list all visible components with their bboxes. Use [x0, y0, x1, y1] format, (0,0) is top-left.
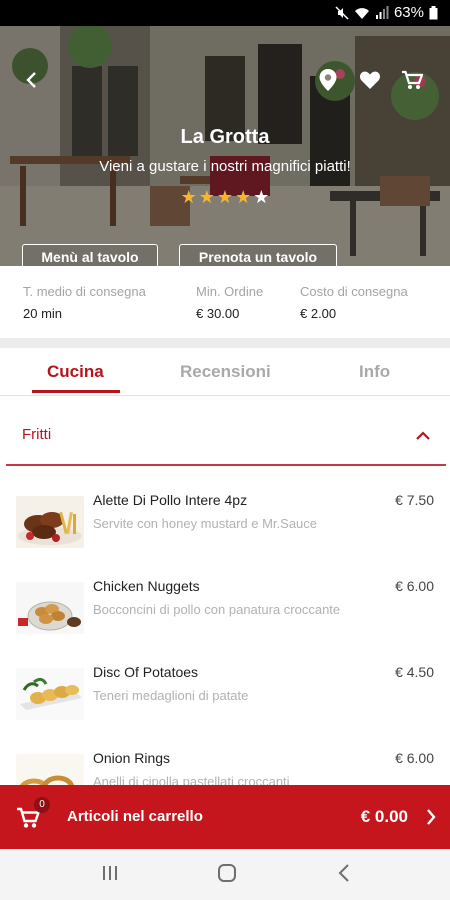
status-bar: 63% [0, 0, 450, 26]
item-price: € 6.00 [395, 578, 434, 594]
wifi-icon [354, 6, 370, 20]
home-button[interactable] [215, 863, 239, 887]
cart-total: € 0.00 [360, 807, 408, 826]
item-name: Chicken Nuggets [93, 578, 200, 594]
item-name: Disc Of Potatoes [93, 664, 199, 680]
tab-recensioni[interactable]: Recensioni [180, 362, 271, 382]
cart-label: Articoli nel carrello [67, 808, 203, 825]
signal-icon [375, 5, 389, 20]
back-button[interactable] [18, 68, 46, 96]
star-icon: ★ [235, 187, 252, 207]
item-thumbnail [16, 668, 84, 720]
restaurant-hero: La Grotta Vieni a gustare i nostri magni… [0, 26, 450, 266]
home-icon [217, 863, 237, 888]
item-price: € 4.50 [395, 664, 434, 680]
menu-tabs: Cucina Recensioni Info [0, 348, 450, 396]
recent-apps-button[interactable] [98, 863, 122, 887]
system-nav-bar [0, 849, 450, 900]
cart-bar[interactable]: 0 Articoli nel carrello € 0.00 [0, 785, 450, 849]
rating-stars: ★ ★ ★ ★ ★ [0, 186, 450, 208]
battery-text: 63% [393, 4, 424, 21]
minimum-order-value: € 30.00 [196, 306, 240, 321]
category-divider [6, 464, 446, 466]
tab-info[interactable]: Info [359, 362, 390, 382]
minimum-order: Min. Ordine € 30.00 [196, 284, 263, 321]
heart-icon [359, 70, 381, 95]
active-tab-indicator [32, 390, 120, 393]
delivery-time-value: 20 min [23, 306, 63, 321]
status-icons: 63% [335, 4, 438, 21]
shopping-cart-icon [401, 70, 424, 95]
system-back-button[interactable] [332, 863, 356, 887]
table-menu-button-label: Menù al tavolo [41, 248, 139, 265]
delivery-info: T. medio di consegna 20 min Min. Ordine … [0, 266, 450, 338]
cart-count-badge: 0 [34, 797, 50, 813]
restaurant-name: La Grotta [180, 126, 270, 148]
menu-item[interactable]: Disc Of Potatoes Teneri medaglioni di pa… [0, 652, 450, 738]
minimum-order-label: Min. Ordine [196, 284, 264, 299]
item-thumbnail [16, 496, 84, 548]
back-chevron-icon [338, 863, 350, 887]
map-pin-icon [318, 68, 338, 97]
category-title: Fritti [22, 426, 52, 443]
battery-icon [429, 5, 438, 20]
item-name: Onion Rings [93, 750, 171, 766]
delivery-cost-label: Costo di consegna [300, 284, 408, 299]
delivery-time: T. medio di consegna 20 min [23, 284, 146, 321]
item-thumbnail [16, 582, 84, 634]
book-table-button-label: Prenota un tavolo [198, 248, 318, 265]
chevron-right-icon [426, 809, 436, 830]
restaurant-tagline: Vieni a gustare i nostri magnifici piatt… [99, 158, 351, 175]
item-description: Servite con honey mustard e Mr.Sauce [93, 516, 318, 531]
item-price: € 6.00 [395, 750, 434, 766]
star-icon: ★ [253, 187, 270, 207]
delivery-cost: Costo di consegna € 2.00 [300, 284, 408, 321]
item-description: Teneri medaglioni di patate [93, 688, 249, 703]
delivery-time-label: T. medio di consegna [23, 284, 146, 299]
mute-icon [335, 5, 349, 20]
item-price: € 7.50 [395, 492, 434, 508]
star-icon: ★ [180, 187, 197, 207]
star-icon: ★ [198, 187, 215, 207]
menu-item[interactable]: Alette Di Pollo Intere 4pz Servite con h… [0, 480, 450, 566]
chevron-up-icon[interactable] [416, 428, 430, 446]
section-divider [0, 338, 450, 348]
arrow-left-icon [24, 71, 40, 93]
menu-item[interactable]: Chicken Nuggets Bocconcini di pollo con … [0, 566, 450, 652]
item-description: Bocconcini di pollo con panatura croccan… [93, 602, 341, 617]
star-icon: ★ [216, 187, 234, 207]
cart-button[interactable] [398, 68, 426, 96]
category-header[interactable]: Fritti [0, 410, 450, 464]
book-table-button[interactable]: Prenota un tavolo [179, 244, 337, 266]
recent-apps-icon [101, 865, 119, 886]
favorite-button[interactable] [356, 68, 384, 96]
tab-cucina[interactable]: Cucina [47, 362, 104, 382]
item-name: Alette Di Pollo Intere 4pz [93, 492, 248, 508]
table-menu-button[interactable]: Menù al tavolo [22, 244, 158, 266]
delivery-cost-value: € 2.00 [300, 306, 337, 321]
location-button[interactable] [314, 68, 342, 96]
